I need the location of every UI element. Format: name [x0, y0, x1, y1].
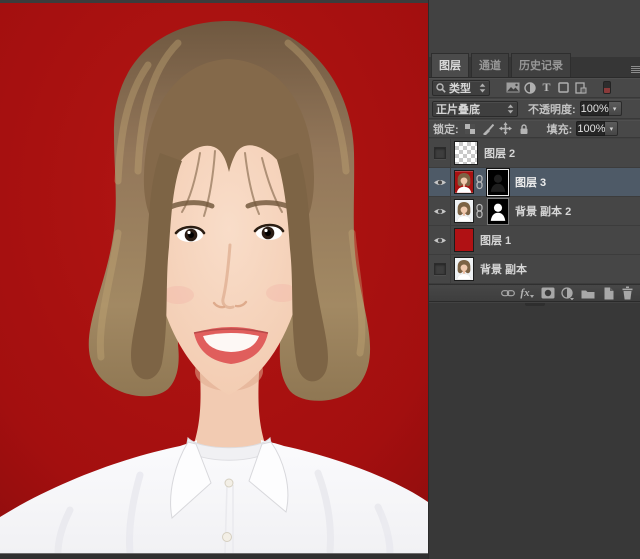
visibility-off-box[interactable]	[434, 147, 446, 159]
tab-channels[interactable]: 通道	[471, 53, 509, 77]
panel-menu-icon[interactable]	[631, 65, 640, 73]
photoshop-window: 图层 通道 历史记录 类型 T	[0, 0, 640, 559]
layer-row-bg-copy2[interactable]: 背景 副本 2	[429, 197, 640, 226]
layer-name: 图层 2	[484, 145, 515, 161]
filter-toggle-switch[interactable]	[603, 81, 611, 94]
search-icon	[436, 83, 446, 93]
lock-all-icon[interactable]	[517, 122, 531, 135]
layer-name: 背景 副本 2	[515, 203, 571, 219]
fill-control[interactable]: 100% ▾	[576, 121, 618, 136]
layer-mask-thumbnail[interactable]	[487, 198, 509, 225]
filter-type-dropdown[interactable]: 类型	[432, 80, 490, 96]
filter-pixel-layers-icon[interactable]	[504, 80, 521, 95]
filter-type-layers-icon[interactable]: T	[538, 80, 555, 95]
visibility-toggle[interactable]	[429, 139, 451, 168]
tab-layers[interactable]: 图层	[431, 53, 469, 77]
document-canvas[interactable]	[0, 3, 428, 553]
fill-dropdown-arrow-icon[interactable]: ▾	[605, 121, 618, 136]
opacity-value[interactable]: 100%	[580, 101, 609, 116]
new-group-icon[interactable]	[580, 286, 595, 301]
new-adjustment-layer-icon[interactable]	[560, 286, 575, 301]
window-bottom-strip	[0, 553, 428, 559]
filter-type-label: 类型	[449, 80, 471, 96]
blend-mode-dropdown[interactable]: 正片叠底	[432, 101, 518, 117]
opacity-control[interactable]: 100% ▾	[580, 101, 622, 116]
fill-value[interactable]: 100%	[576, 121, 605, 136]
visibility-toggle[interactable]	[429, 255, 451, 284]
lock-label: 锁定:	[433, 121, 459, 137]
visibility-toggle[interactable]	[429, 197, 451, 226]
opacity-dropdown-arrow-icon[interactable]: ▾	[609, 101, 622, 116]
layer-row-bg-copy[interactable]: 背景 副本	[429, 255, 640, 284]
visibility-toggle[interactable]	[429, 226, 451, 255]
panel-empty-area	[429, 303, 640, 559]
panel-tabbar: 图层 通道 历史记录	[429, 57, 640, 78]
blend-mode-value: 正片叠底	[436, 101, 480, 117]
blend-mode-row: 正片叠底 不透明度: 100% ▾	[429, 99, 640, 119]
eye-icon[interactable]	[433, 236, 447, 245]
filter-smart-objects-icon[interactable]	[572, 80, 589, 95]
layer-thumbnail-portrait-red[interactable]	[454, 170, 474, 194]
link-layers-icon[interactable]	[500, 286, 515, 301]
lock-transparency-icon[interactable]	[463, 122, 477, 135]
new-layer-icon[interactable]	[600, 286, 615, 301]
layers-panel-bottom-bar: fx	[429, 284, 640, 302]
layer-filter-row: 类型 T	[429, 78, 640, 98]
eye-icon[interactable]	[433, 207, 447, 216]
lock-position-icon[interactable]	[499, 122, 513, 135]
layer-mask-thumbnail-selected[interactable]	[487, 169, 509, 196]
filter-shape-layers-icon[interactable]	[555, 80, 572, 95]
layer-thumbnail-portrait-white[interactable]	[454, 199, 474, 223]
delete-layer-trash-icon[interactable]	[620, 286, 635, 301]
portrait-photo	[0, 3, 428, 553]
lock-pixels-icon[interactable]	[481, 122, 495, 135]
filter-adjustment-layers-icon[interactable]	[521, 80, 538, 95]
layer-list: 图层 2 图层 3	[429, 139, 640, 284]
eye-icon[interactable]	[433, 178, 447, 187]
layer-row-layer3-selected[interactable]: 图层 3	[429, 168, 640, 197]
layer-row-layer2[interactable]: 图层 2	[429, 139, 640, 168]
tab-history[interactable]: 历史记录	[511, 53, 571, 77]
layer-thumbnail-portrait-white[interactable]	[454, 257, 474, 281]
mask-link-icon[interactable]	[474, 203, 485, 219]
fill-label: 填充:	[547, 121, 573, 137]
layer-name: 图层 1	[480, 232, 511, 248]
lock-row: 锁定: 填充: 100% ▾	[429, 120, 640, 138]
spinner-icon	[479, 83, 486, 93]
layer-row-layer1[interactable]: 图层 1	[429, 226, 640, 255]
layers-panel: 图层 通道 历史记录 类型 T	[428, 0, 640, 559]
add-layer-mask-icon[interactable]	[540, 286, 555, 301]
layer-thumbnail-transparent[interactable]	[454, 141, 478, 165]
layer-thumbnail-solid-red[interactable]	[454, 228, 474, 252]
opacity-label: 不透明度:	[528, 101, 576, 117]
visibility-toggle[interactable]	[429, 168, 451, 197]
mask-link-icon[interactable]	[474, 174, 485, 190]
visibility-off-box[interactable]	[434, 263, 446, 275]
spinner-icon	[507, 104, 514, 114]
layer-name: 图层 3	[515, 174, 546, 190]
layer-name: 背景 副本	[480, 261, 527, 277]
panel-resize-grip[interactable]	[525, 303, 545, 306]
layer-style-fx-icon[interactable]: fx	[520, 286, 535, 301]
